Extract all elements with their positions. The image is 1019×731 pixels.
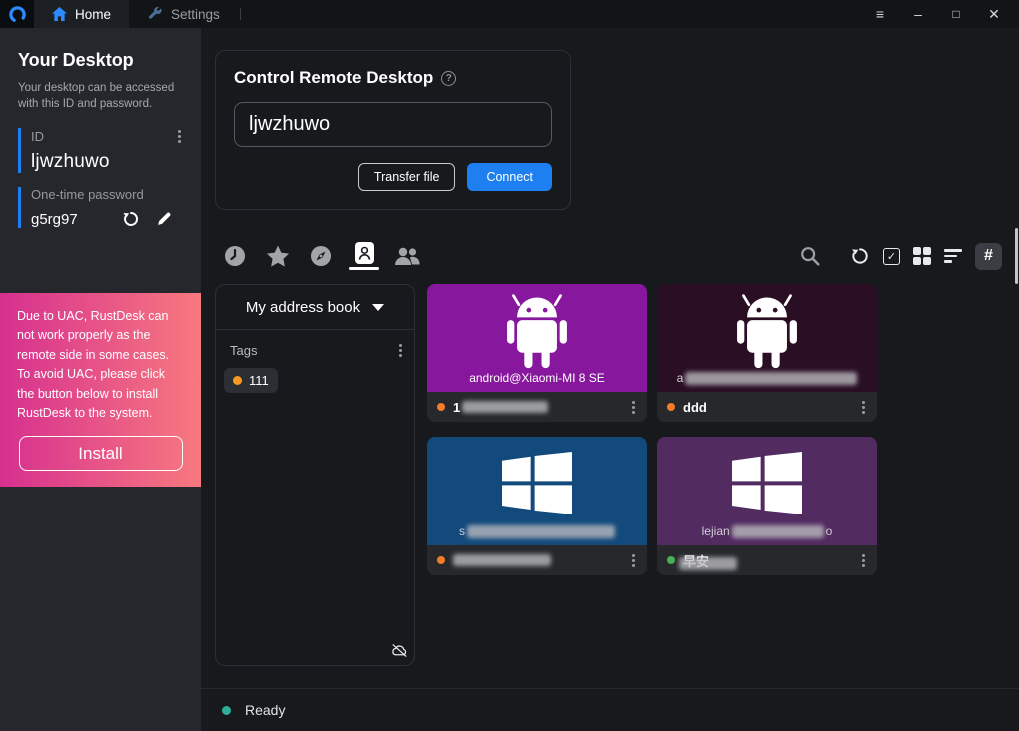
transfer-file-button[interactable]: Transfer file [358,163,456,191]
app-logo [0,0,34,28]
peer-menu-icon[interactable] [630,399,637,416]
tab-home-label: Home [75,7,111,22]
status-bar: Ready [201,688,1019,731]
windows-icon [502,452,572,514]
edit-password-icon[interactable] [156,210,173,227]
peer-menu-icon[interactable] [860,399,867,416]
home-icon [52,7,67,21]
menu-icon[interactable]: ≡ [865,0,895,28]
refresh-peers-icon[interactable] [850,246,870,266]
wrench-icon [147,6,163,22]
peer-toolbar: ✓ # [215,240,1002,272]
tag-chip-111[interactable]: 111 [224,368,278,393]
address-book-selector[interactable]: My address book [216,285,414,330]
peer-hostname-censored: lejian o [657,524,877,538]
uac-warning-box: Due to UAC, RustDesk can not work proper… [0,293,201,487]
censored-hostname [467,525,615,538]
peer-card-windows-2[interactable]: lejian o 早安 [657,437,877,575]
peer-card-windows-1[interactable]: s [427,437,647,575]
connect-button[interactable]: Connect [467,163,552,191]
status-dot [437,556,445,564]
status-dot [667,556,675,564]
peer-cards-grid: android@Xiaomi-MI 8 SE 1 [427,284,877,575]
tile-view-icon[interactable]: # [975,243,1002,270]
group-icon[interactable] [394,242,420,270]
peer-id: 1 [453,400,548,415]
id-block: ID ljwzhuwo [18,128,183,173]
censored-id [679,557,737,570]
censored-hostname [732,525,824,538]
peer-hostname-censored: s [427,524,647,538]
peer-card-ddd[interactable]: a ddd [657,284,877,422]
chevron-down-icon [372,304,384,311]
address-book-selector-label: My address book [246,299,360,316]
control-remote-desktop-card: Control Remote Desktop ? Transfer file C… [215,50,571,210]
discovered-icon[interactable] [308,242,334,270]
tags-menu-icon[interactable] [397,342,404,359]
uac-warning-text: Due to UAC, RustDesk can not work proper… [17,307,184,423]
tab-settings[interactable]: Settings [129,0,238,28]
control-remote-desktop-title: Control Remote Desktop [234,68,433,88]
censored-hostname [685,372,857,385]
help-icon[interactable]: ? [441,71,456,86]
cloud-off-icon[interactable] [391,643,408,663]
censored-id [462,401,548,413]
censored-id [453,554,551,566]
remote-id-input[interactable] [234,102,552,147]
grid-view-icon[interactable] [913,247,931,265]
peer-id: ddd [683,400,707,415]
status-dot [667,403,675,411]
password-value[interactable]: g5rg97 [31,211,78,228]
refresh-password-icon[interactable] [122,210,140,228]
android-icon [491,292,583,370]
close-button[interactable]: ✕ [979,0,1009,28]
ready-status-dot [222,706,231,715]
password-block: One-time password g5rg97 [18,187,183,228]
device-id-value[interactable]: ljwzhuwo [31,151,183,173]
titlebar: Home Settings ≡ – □ ✕ [0,0,1019,28]
search-icon[interactable] [799,245,821,267]
peer-id [453,554,551,566]
peer-card-android-xiaomi[interactable]: android@Xiaomi-MI 8 SE 1 [427,284,647,422]
password-label: One-time password [31,187,183,202]
recent-sessions-icon[interactable] [222,242,248,270]
peer-hostname-censored: a [657,371,877,385]
peer-menu-icon[interactable] [860,552,867,569]
peer-menu-icon[interactable] [630,552,637,569]
sidebar: Your Desktop Your desktop can be accesse… [0,28,201,731]
tab-home[interactable]: Home [34,0,129,28]
peer-hostname: android@Xiaomi-MI 8 SE [427,371,647,385]
your-desktop-subtitle: Your desktop can be accessed with this I… [18,81,183,112]
address-book-icon[interactable] [351,242,377,270]
scrollbar-thumb[interactable] [1015,228,1018,284]
tab-settings-label: Settings [171,7,220,22]
select-peers-icon[interactable]: ✓ [883,248,900,265]
tag-dot [233,376,242,385]
id-menu-icon[interactable] [176,128,183,145]
tags-label: Tags [230,343,257,358]
address-book-tab-underline [349,267,379,270]
maximize-button[interactable]: □ [941,0,971,28]
list-view-icon[interactable] [944,249,962,263]
ready-status-text: Ready [245,702,285,718]
your-desktop-title: Your Desktop [18,50,183,71]
minimize-button[interactable]: – [903,0,933,28]
main-area: Control Remote Desktop ? Transfer file C… [201,28,1019,731]
install-button[interactable]: Install [19,436,183,471]
favorites-icon[interactable] [265,242,291,270]
id-label: ID [31,129,44,144]
address-book-panel: My address book Tags 111 [215,284,415,666]
android-icon [721,292,813,370]
peer-id-censored: 早安 [683,551,709,570]
rustdesk-logo-icon [8,5,27,24]
status-dot [437,403,445,411]
windows-icon [732,452,802,514]
